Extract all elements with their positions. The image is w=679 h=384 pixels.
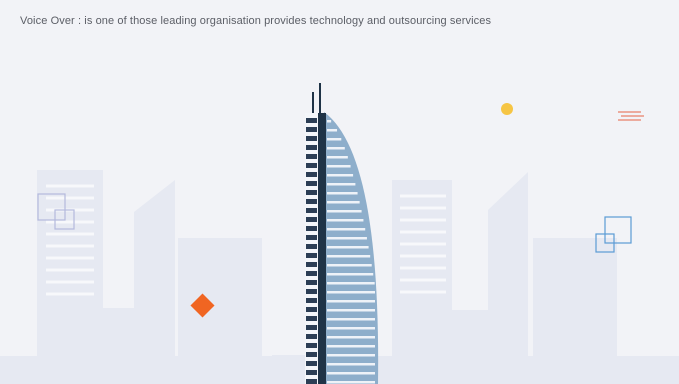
- skyscraper-illustration: [305, 83, 379, 384]
- city-illustration: [0, 83, 679, 384]
- line-dash-icon: [618, 111, 644, 121]
- yellow-dot: [501, 103, 513, 115]
